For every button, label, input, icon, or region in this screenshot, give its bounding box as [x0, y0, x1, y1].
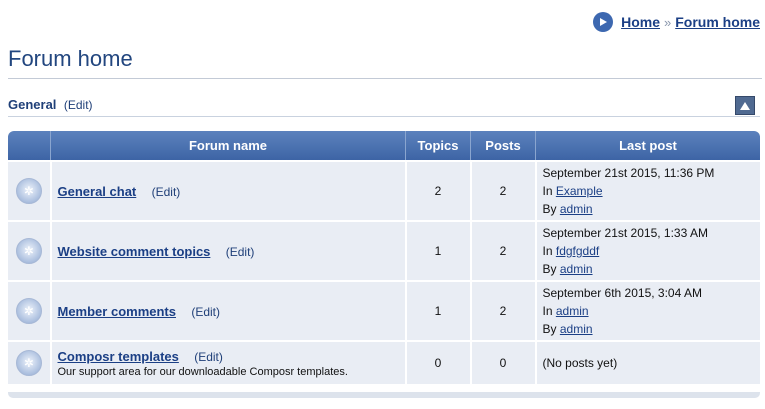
posts-count: 2	[469, 280, 536, 341]
forum-name-cell: Website comment topics (Edit)	[49, 220, 406, 281]
section-title: General	[8, 97, 57, 112]
last-post-topic-link[interactable]: Example	[556, 184, 603, 198]
topics-count: 2	[404, 160, 471, 221]
topics-count: 0	[404, 340, 471, 384]
forum-link-general-chat[interactable]: General chat	[58, 184, 137, 199]
section-edit-link[interactable]: (Edit)	[64, 98, 93, 112]
forum-table: Forum name Topics Posts Last post Genera…	[8, 131, 760, 384]
forum-link-website-comment-topics[interactable]: Website comment topics	[58, 244, 211, 259]
collapse-section-button[interactable]	[735, 96, 755, 115]
forum-link-composr-templates[interactable]: Composr templates	[58, 349, 179, 364]
table-row: Member comments (Edit) 1 2 September 6th…	[8, 280, 760, 341]
table-footer-bar	[8, 392, 760, 398]
header-posts: Posts	[470, 131, 536, 161]
last-post-date: September 21st 2015, 1:33 AM	[542, 226, 708, 240]
last-post-date: September 6th 2015, 3:04 AM	[542, 286, 702, 300]
play-circle-icon	[593, 12, 614, 32]
forum-icon-cell	[8, 220, 51, 281]
forum-name-cell: General chat (Edit)	[49, 160, 406, 221]
forum-name-cell: Composr templates (Edit) Our support are…	[49, 340, 406, 384]
section-header: General (Edit)	[8, 96, 760, 117]
topics-count: 1	[404, 220, 471, 281]
posts-count: 2	[469, 220, 536, 281]
triangle-up-icon	[740, 101, 750, 110]
forum-edit-link[interactable]: (Edit)	[194, 350, 223, 364]
forum-name-cell: Member comments (Edit)	[49, 280, 406, 341]
forum-description: Our support area for our downloadable Co…	[57, 365, 348, 378]
last-post-topic-link[interactable]: admin	[556, 304, 589, 318]
last-post-date: September 21st 2015, 11:36 PM	[542, 166, 715, 180]
topics-count: 1	[404, 280, 471, 341]
forum-edit-link[interactable]: (Edit)	[152, 185, 181, 199]
posts-count: 2	[469, 160, 536, 221]
last-post-cell: September 21st 2015, 1:33 AM In fdgfgddf…	[534, 220, 760, 281]
header-last-post: Last post	[535, 131, 760, 161]
last-post-cell: September 21st 2015, 11:36 PM In Example…	[534, 160, 760, 221]
last-post-none: (No posts yet)	[542, 356, 618, 370]
last-post-author-link[interactable]: admin	[560, 202, 593, 216]
breadcrumb-forum-home-link[interactable]: Forum home	[675, 14, 760, 30]
table-row: Composr templates (Edit) Our support are…	[8, 340, 760, 384]
forum-icon-cell	[8, 340, 51, 384]
header-icon-col	[8, 131, 51, 161]
forum-bubble-icon	[15, 178, 42, 204]
breadcrumb: Home » Forum home	[593, 12, 760, 32]
page-title: Forum home	[8, 46, 762, 79]
forum-link-member-comments[interactable]: Member comments	[58, 304, 176, 319]
table-header-row: Forum name Topics Posts Last post	[8, 131, 760, 161]
forum-bubble-icon	[15, 238, 42, 264]
breadcrumb-separator: »	[663, 14, 672, 30]
last-post-by-label: By	[542, 322, 557, 336]
forum-bubble-icon	[15, 298, 42, 324]
forum-edit-link[interactable]: (Edit)	[191, 305, 220, 319]
last-post-by-label: By	[542, 262, 557, 276]
last-post-cell: September 6th 2015, 3:04 AM In admin By …	[534, 280, 760, 341]
header-forum-name: Forum name	[50, 131, 406, 161]
last-post-by-label: By	[542, 202, 557, 216]
last-post-author-link[interactable]: admin	[560, 322, 593, 336]
posts-count: 0	[469, 340, 536, 384]
last-post-in-label: In	[542, 184, 553, 198]
table-row: Website comment topics (Edit) 1 2 Septem…	[8, 220, 760, 281]
forum-edit-link[interactable]: (Edit)	[226, 245, 255, 259]
header-topics: Topics	[405, 131, 471, 161]
last-post-author-link[interactable]: admin	[560, 262, 593, 276]
forum-bubble-icon	[15, 350, 42, 376]
last-post-in-label: In	[542, 244, 553, 258]
last-post-cell: (No posts yet)	[534, 340, 760, 384]
forum-icon-cell	[8, 160, 51, 221]
last-post-in-label: In	[542, 304, 553, 318]
breadcrumb-home-link[interactable]: Home	[621, 14, 660, 30]
forum-icon-cell	[8, 280, 51, 341]
last-post-topic-link[interactable]: fdgfgddf	[556, 244, 599, 258]
table-row: General chat (Edit) 2 2 September 21st 2…	[8, 160, 760, 221]
